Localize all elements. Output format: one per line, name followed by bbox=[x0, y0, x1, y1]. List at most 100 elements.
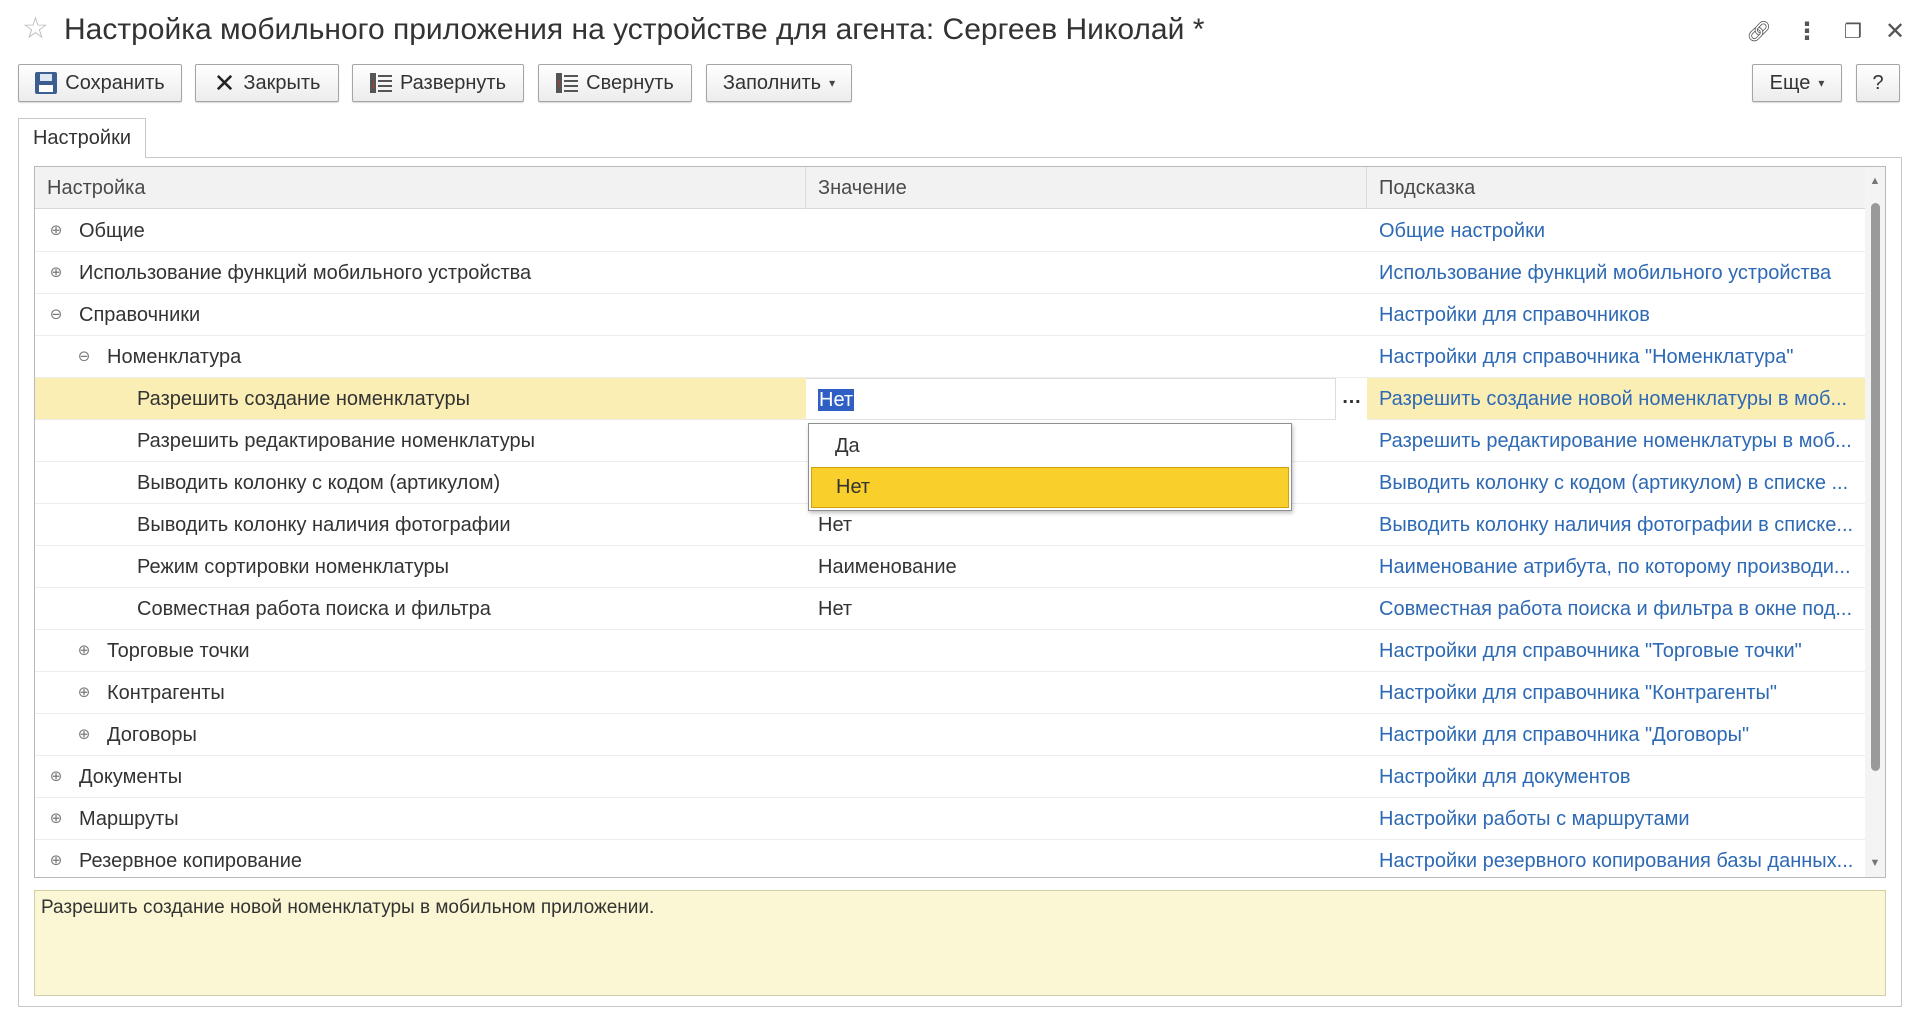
setting-name: Использование функций мобильного устройс… bbox=[79, 262, 532, 284]
value-input[interactable]: Нет bbox=[806, 378, 1367, 420]
setting-name-cell[interactable]: Выводить колонку наличия фотографии bbox=[35, 504, 806, 546]
dropdown-option[interactable]: Да bbox=[811, 426, 1289, 467]
hint-link[interactable]: Настройки резервного копирования базы да… bbox=[1367, 840, 1863, 877]
setting-name-cell[interactable]: ⊕ Общие bbox=[35, 210, 806, 252]
collapse-minus-icon[interactable]: ⊖ bbox=[49, 307, 63, 322]
expand-plus-icon[interactable]: ⊕ bbox=[49, 811, 63, 826]
setting-name-cell[interactable]: Совместная работа поиска и фильтра bbox=[35, 588, 806, 630]
fill-button[interactable]: Заполнить ▾ bbox=[706, 64, 852, 102]
tab-settings[interactable]: Настройки bbox=[18, 118, 146, 158]
expand-plus-icon[interactable]: ⊕ bbox=[77, 685, 91, 700]
setting-name-cell[interactable]: ⊕ Маршруты bbox=[35, 798, 806, 840]
setting-name-cell[interactable]: ⊕ Договоры bbox=[35, 714, 806, 756]
value-cell[interactable] bbox=[806, 294, 1367, 336]
star-icon[interactable]: ☆ bbox=[22, 14, 49, 44]
value-cell[interactable] bbox=[806, 714, 1367, 756]
restore-icon[interactable]: ❐ bbox=[1838, 16, 1868, 46]
table-row[interactable]: ⊕ Документы Настройки для документов bbox=[35, 756, 1865, 798]
table-row[interactable]: Режим сортировки номенклатуры Наименовани… bbox=[35, 546, 1865, 588]
column-header-setting[interactable]: Настройка bbox=[35, 167, 806, 209]
hint-link[interactable]: Настройки для документов bbox=[1367, 756, 1863, 798]
title-bar: ☆ Настройка мобильного приложения на уст… bbox=[0, 0, 1920, 62]
setting-name-cell[interactable]: Режим сортировки номенклатуры bbox=[35, 546, 806, 588]
setting-name-cell[interactable]: ⊖ Номенклатура bbox=[35, 336, 806, 378]
grid-rows: ⊕ Общие Общие настройки ⊕ Использование функ… bbox=[35, 210, 1865, 877]
table-row[interactable]: Совместная работа поиска и фильтра Нет Сов… bbox=[35, 588, 1865, 630]
table-row[interactable]: Разрешить создание номенклатуры Нет … Разре… bbox=[35, 378, 1865, 420]
table-row[interactable]: ⊕ Общие Общие настройки bbox=[35, 210, 1865, 252]
expand-plus-icon[interactable]: ⊕ bbox=[49, 769, 63, 784]
setting-name-cell[interactable]: ⊕ Резервное копирование bbox=[35, 840, 806, 877]
value-cell[interactable]: Нет bbox=[806, 588, 1367, 630]
chevron-down-icon: ▾ bbox=[829, 76, 836, 90]
more-icon[interactable]: ⋮ bbox=[1792, 16, 1822, 46]
value-cell[interactable] bbox=[806, 798, 1367, 840]
close-button-label: Закрыть bbox=[243, 71, 321, 94]
hint-link[interactable]: Настройки для справочника "Договоры" bbox=[1367, 714, 1863, 756]
close-button[interactable]: ✕ Закрыть bbox=[195, 64, 339, 102]
value-cell[interactable] bbox=[806, 840, 1367, 877]
more-menu-button[interactable]: Еще ▾ bbox=[1752, 64, 1842, 102]
table-row[interactable]: ⊕ Использование функций мобильного устрой… bbox=[35, 252, 1865, 294]
value-cell[interactable] bbox=[806, 756, 1367, 798]
expand-button[interactable]: ↓ Развернуть bbox=[352, 64, 524, 102]
setting-name-cell[interactable]: Разрешить создание номенклатуры bbox=[35, 378, 806, 420]
setting-name-cell[interactable]: ⊖ Справочники bbox=[35, 294, 806, 336]
scroll-up-icon[interactable]: ▲ bbox=[1865, 171, 1885, 191]
hint-link[interactable]: Использование функций мобильного устройс… bbox=[1367, 252, 1863, 294]
hint-link[interactable]: Настройки для справочника "Торговые точк… bbox=[1367, 630, 1863, 672]
column-header-hint[interactable]: Подсказка bbox=[1367, 167, 1865, 209]
collapse-button[interactable]: ↑ Свернуть bbox=[538, 64, 692, 102]
close-icon[interactable]: ✕ bbox=[1880, 16, 1910, 46]
hint-link[interactable]: Настройки работы с маршрутами bbox=[1367, 798, 1863, 840]
table-row[interactable]: ⊕ Договоры Настройки для справочника "Дого… bbox=[35, 714, 1865, 756]
value-cell[interactable] bbox=[806, 210, 1367, 252]
value-cell[interactable]: Наименование bbox=[806, 546, 1367, 588]
hint-link[interactable]: Совместная работа поиска и фильтра в окн… bbox=[1367, 588, 1863, 630]
setting-name-cell[interactable]: Выводить колонку с кодом (артикулом) bbox=[35, 462, 806, 504]
hint-link[interactable]: Настройки для справочника "Номенклатура" bbox=[1367, 336, 1863, 378]
table-row[interactable]: ⊕ Торговые точки Настройки для справочника… bbox=[35, 630, 1865, 672]
hint-link[interactable]: Разрешить создание новой номенклатуры в … bbox=[1367, 378, 1863, 420]
hint-link[interactable]: Разрешить редактирование номенклатуры в … bbox=[1367, 420, 1863, 462]
expand-plus-icon[interactable]: ⊕ bbox=[49, 265, 63, 280]
vertical-scrollbar[interactable]: ▲ ▼ bbox=[1865, 167, 1885, 877]
select-ellipsis-button[interactable]: … bbox=[1335, 378, 1367, 420]
value-cell[interactable] bbox=[806, 630, 1367, 672]
collapse-minus-icon[interactable]: ⊖ bbox=[77, 349, 91, 364]
value-cell[interactable] bbox=[806, 336, 1367, 378]
scroll-thumb[interactable] bbox=[1871, 203, 1880, 771]
settings-grid[interactable]: Настройка Значение Подсказка ⊕ Общие Общие… bbox=[34, 166, 1886, 878]
setting-value: Наименование bbox=[818, 556, 957, 578]
hint-link[interactable]: Настройки для справочника "Контрагенты" bbox=[1367, 672, 1863, 714]
setting-name-cell[interactable]: ⊕ Использование функций мобильного устрой… bbox=[35, 252, 806, 294]
table-row[interactable]: ⊖ Справочники Настройки для справочников bbox=[35, 294, 1865, 336]
hint-link[interactable]: Настройки для справочников bbox=[1367, 294, 1863, 336]
hint-link[interactable]: Выводить колонку с кодом (артикулом) в с… bbox=[1367, 462, 1863, 504]
expand-plus-icon[interactable]: ⊕ bbox=[77, 727, 91, 742]
table-row[interactable]: ⊕ Маршруты Настройки работы с маршрутами bbox=[35, 798, 1865, 840]
setting-name: Совместная работа поиска и фильтра bbox=[137, 598, 491, 620]
setting-name-cell[interactable]: ⊕ Документы bbox=[35, 756, 806, 798]
setting-name-cell[interactable]: Разрешить редактирование номенклатуры bbox=[35, 420, 806, 462]
setting-name-cell[interactable]: ⊕ Торговые точки bbox=[35, 630, 806, 672]
expand-plus-icon[interactable]: ⊕ bbox=[77, 643, 91, 658]
expand-plus-icon[interactable]: ⊕ bbox=[49, 853, 63, 868]
table-row[interactable]: ⊕ Контрагенты Настройки для справочника "К… bbox=[35, 672, 1865, 714]
dropdown-option[interactable]: Нет bbox=[811, 467, 1289, 508]
help-button[interactable]: ? bbox=[1856, 64, 1900, 102]
hint-link[interactable]: Наименование атрибута, по которому произ… bbox=[1367, 546, 1863, 588]
table-row[interactable]: ⊕ Резервное копирование Настройки резервно… bbox=[35, 840, 1865, 877]
link-icon[interactable]: 🔗︎ bbox=[1744, 16, 1774, 46]
expand-plus-icon[interactable]: ⊕ bbox=[49, 223, 63, 238]
setting-name: Резервное копирование bbox=[79, 850, 303, 872]
hint-link[interactable]: Выводить колонку наличия фотографии в сп… bbox=[1367, 504, 1863, 546]
scroll-down-icon[interactable]: ▼ bbox=[1865, 853, 1885, 873]
column-header-value[interactable]: Значение bbox=[806, 167, 1367, 209]
save-button[interactable]: Сохранить bbox=[18, 64, 182, 102]
table-row[interactable]: ⊖ Номенклатура Настройки для справочника "… bbox=[35, 336, 1865, 378]
setting-name-cell[interactable]: ⊕ Контрагенты bbox=[35, 672, 806, 714]
value-cell[interactable] bbox=[806, 672, 1367, 714]
hint-link[interactable]: Общие настройки bbox=[1367, 210, 1863, 252]
value-cell[interactable] bbox=[806, 252, 1367, 294]
